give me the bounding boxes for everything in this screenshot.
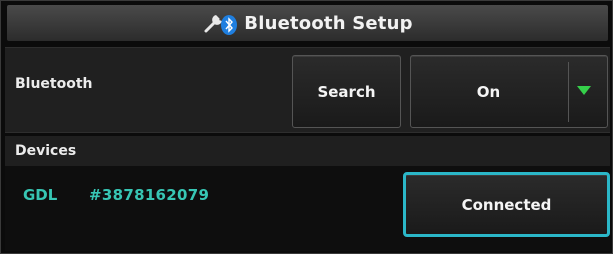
bluetooth-setup-window: Bluetooth Setup Bluetooth Search On Devi… (0, 0, 613, 254)
dropdown-arrow-icon[interactable] (577, 86, 591, 95)
search-button-label: Search (317, 82, 376, 101)
title-bar: Bluetooth Setup (7, 5, 608, 41)
bluetooth-state-select[interactable]: On (410, 55, 608, 128)
device-id: #3878162079 (89, 186, 210, 204)
bluetooth-state-value: On (476, 82, 501, 101)
window-title: Bluetooth Setup (244, 12, 413, 34)
search-button[interactable]: Search (292, 55, 401, 128)
devices-header: Devices (5, 136, 610, 166)
bluetooth-label: Bluetooth (15, 76, 93, 92)
devices-label: Devices (15, 143, 77, 159)
bluetooth-wrench-icon (202, 9, 240, 37)
select-divider (568, 62, 569, 122)
connected-button-label: Connected (461, 195, 552, 214)
device-name: GDL (23, 186, 58, 204)
bluetooth-row: Bluetooth Search On (5, 47, 610, 133)
device-list-item[interactable]: GDL #3878162079 Connected (5, 166, 610, 251)
connected-button[interactable]: Connected (403, 172, 610, 237)
